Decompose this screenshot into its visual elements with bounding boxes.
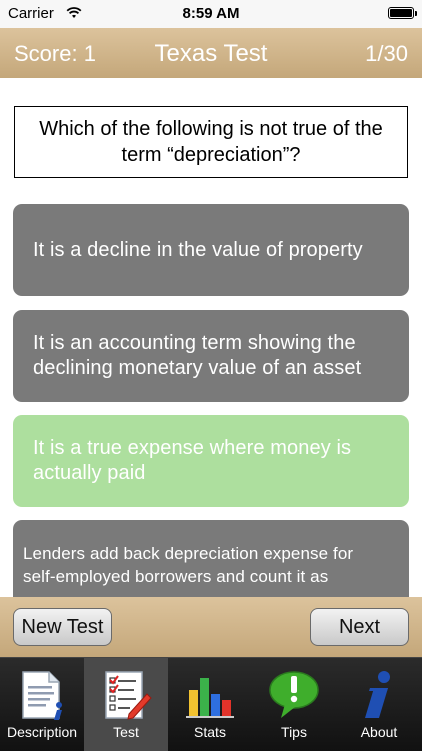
answer-option-3-correct[interactable]: It is a true expense where money is actu… bbox=[13, 415, 409, 507]
answer-option-2[interactable]: It is an accounting term showing the dec… bbox=[13, 310, 409, 402]
tab-bar: Description Test Stats Tips About bbox=[0, 657, 422, 751]
answer-text: It is a decline in the value of property bbox=[33, 238, 363, 261]
speech-bubble-exclamation-icon bbox=[267, 668, 321, 722]
action-bar: New Test Next bbox=[0, 597, 422, 657]
question-progress: 1/30 bbox=[365, 41, 408, 66]
tab-label: Stats bbox=[194, 724, 226, 740]
tab-label: Tips bbox=[281, 724, 307, 740]
bar-chart-icon bbox=[183, 668, 237, 722]
page-title: Texas Test bbox=[154, 40, 268, 67]
tab-stats[interactable]: Stats bbox=[168, 658, 252, 751]
status-bar: Carrier 8:59 AM bbox=[0, 0, 422, 28]
tab-label: About bbox=[360, 724, 398, 740]
tab-test[interactable]: Test bbox=[84, 658, 168, 751]
answer-option-1[interactable]: It is a decline in the value of property bbox=[13, 204, 409, 296]
next-button[interactable]: Next bbox=[310, 608, 409, 646]
answer-text: Lenders add back depreciation expense fo… bbox=[23, 544, 354, 586]
test-header: Score: 1 Texas Test 1/30 bbox=[0, 28, 422, 78]
question-text: Which of the following is not true of th… bbox=[39, 118, 383, 166]
status-time: 8:59 AM bbox=[182, 5, 240, 22]
tab-about[interactable]: About bbox=[336, 658, 422, 751]
answer-text: It is a true expense where money is actu… bbox=[33, 437, 352, 484]
new-test-button[interactable]: New Test bbox=[13, 608, 112, 646]
checklist-icon bbox=[99, 668, 153, 722]
tab-label: Description bbox=[6, 724, 78, 740]
tab-description[interactable]: Description bbox=[0, 658, 84, 751]
answer-text: It is an accounting term showing the dec… bbox=[33, 332, 362, 379]
tab-label: Test bbox=[113, 724, 139, 740]
question-box: Which of the following is not true of th… bbox=[14, 106, 408, 178]
tab-tips[interactable]: Tips bbox=[252, 658, 336, 751]
document-icon bbox=[15, 668, 69, 722]
info-icon bbox=[352, 668, 406, 722]
battery-icon bbox=[388, 7, 417, 19]
